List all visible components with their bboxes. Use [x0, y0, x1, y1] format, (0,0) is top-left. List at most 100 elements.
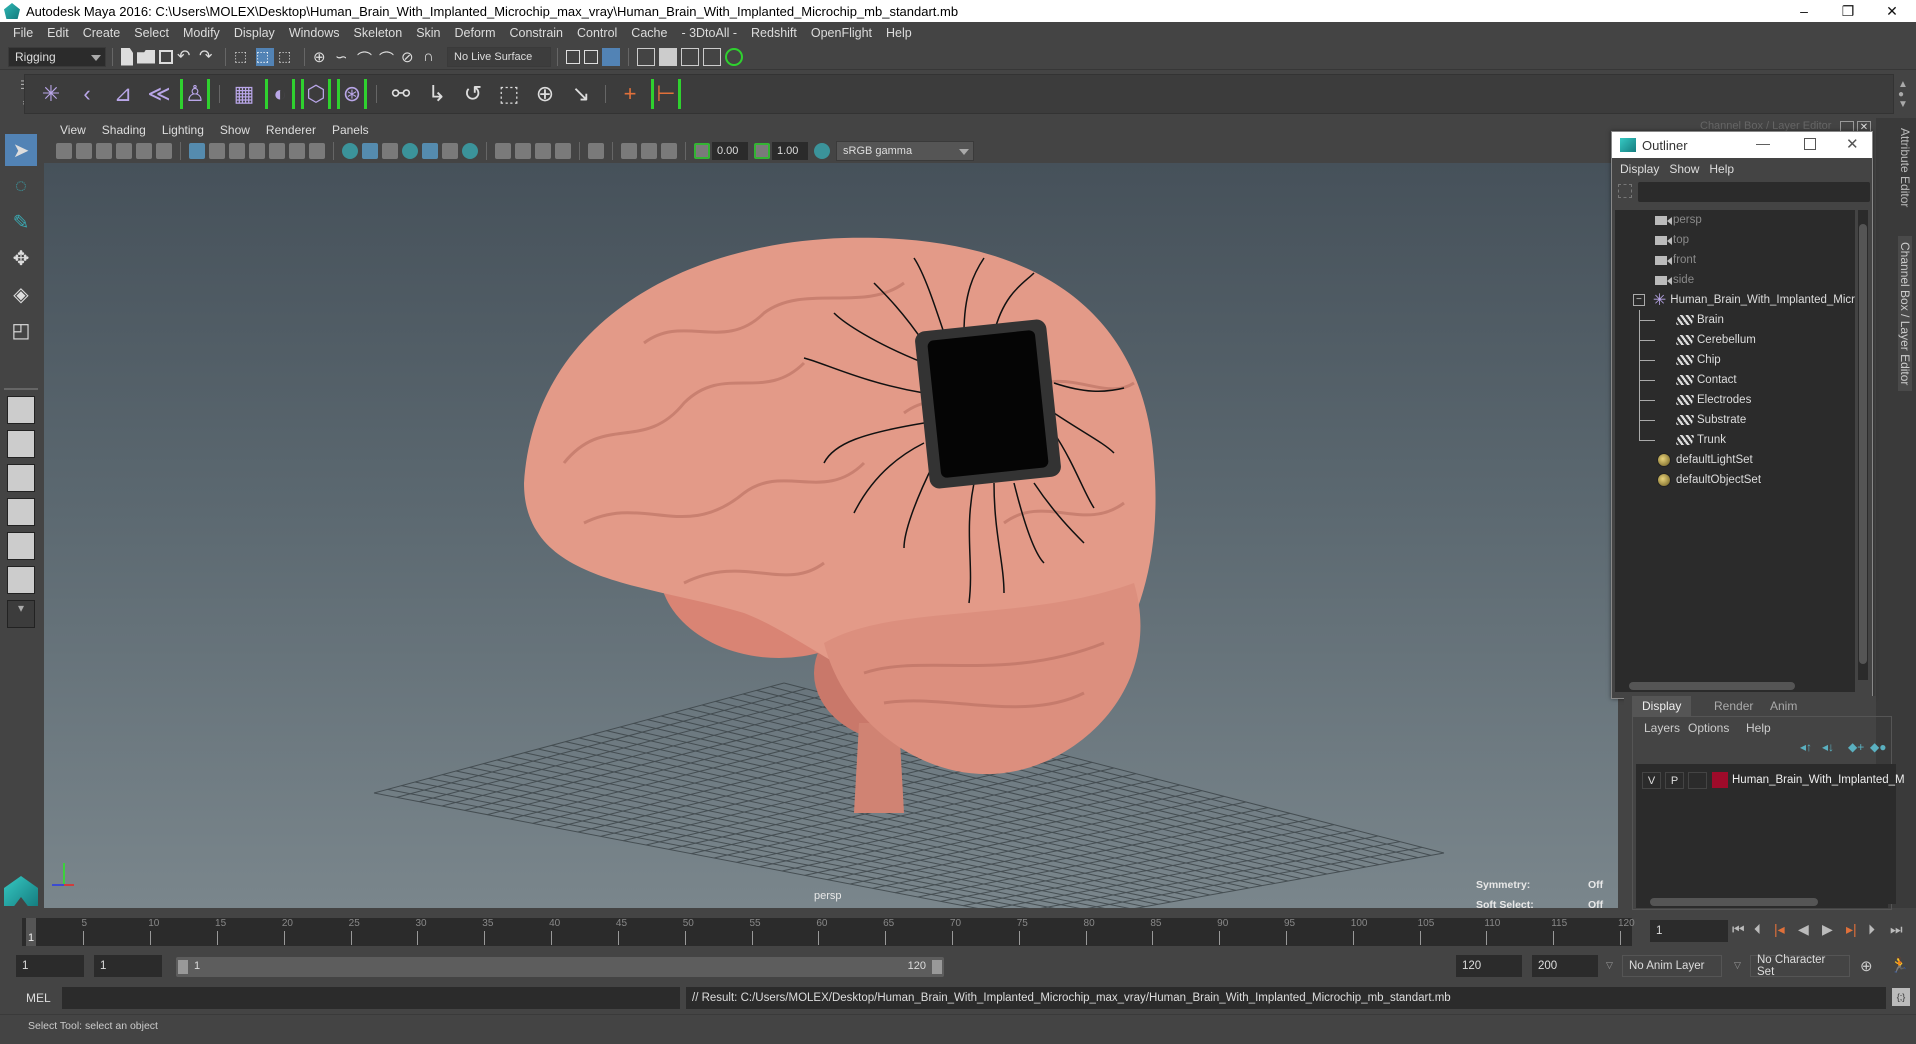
- snap-live-icon[interactable]: ⊘: [401, 48, 419, 66]
- bind-skin-icon[interactable]: ▦: [229, 79, 259, 109]
- save-scene-icon[interactable]: [159, 49, 173, 64]
- safe-title-icon[interactable]: [309, 143, 325, 159]
- chevron-down-icon[interactable]: ▽: [1606, 960, 1613, 971]
- persp-outliner-layout-icon[interactable]: [7, 464, 35, 492]
- use-all-lights-icon[interactable]: [442, 143, 458, 159]
- play-forwards-button[interactable]: ▶: [1822, 921, 1833, 938]
- outliner-item-group[interactable]: − ✳ Human_Brain_With_Implanted_Micr: [1633, 290, 1855, 310]
- 2d-pan-zoom-icon[interactable]: [136, 143, 152, 159]
- minimize-button[interactable]: –: [1784, 0, 1824, 22]
- go-to-start-button[interactable]: ⏮: [1732, 921, 1745, 938]
- outliner-item-persp[interactable]: persp: [1655, 210, 1702, 230]
- outliner-item-default-light-set[interactable]: defaultLightSet: [1657, 450, 1753, 470]
- orient-constraint-icon[interactable]: ↺: [458, 79, 488, 109]
- cluster-icon[interactable]: ⊛: [337, 79, 367, 109]
- smooth-bind-icon[interactable]: ◐: [265, 79, 295, 109]
- depth-of-field-icon[interactable]: [555, 143, 571, 159]
- layer-menu-help[interactable]: Help: [1746, 721, 1771, 735]
- chevron-down-icon[interactable]: ▽: [1734, 960, 1741, 971]
- range-slider[interactable]: 1 120: [176, 957, 944, 977]
- ik-spline-icon[interactable]: ⊿: [108, 79, 138, 109]
- snap-magnet-icon[interactable]: ∩: [423, 48, 441, 66]
- image-plane-icon[interactable]: [116, 143, 132, 159]
- auto-key-icon[interactable]: ⊕: [1860, 957, 1873, 975]
- script-editor-icon[interactable]: {;}: [1892, 988, 1910, 1006]
- panel-menu-view[interactable]: View: [52, 123, 94, 137]
- range-end-handle[interactable]: [932, 960, 942, 974]
- output-ops-icon[interactable]: [584, 49, 598, 64]
- outliner-search-input[interactable]: [1638, 182, 1870, 202]
- layer-menu-options[interactable]: Options: [1688, 721, 1729, 735]
- shaded-wireframe-icon[interactable]: [402, 143, 418, 159]
- menu-edit[interactable]: Edit: [40, 26, 76, 40]
- exposure-field[interactable]: 0.00: [712, 142, 748, 160]
- tab-render[interactable]: Render: [1704, 696, 1763, 716]
- close-button[interactable]: ✕: [1872, 0, 1912, 22]
- step-forward-frame-button[interactable]: ⏵: [1868, 921, 1875, 938]
- resolution-gate-icon[interactable]: [229, 143, 245, 159]
- menu-openflight[interactable]: OpenFlight: [804, 26, 879, 40]
- hypershade-layout-icon[interactable]: [7, 532, 35, 560]
- grease-pencil-icon[interactable]: [156, 143, 172, 159]
- undo-icon[interactable]: ↶: [177, 48, 195, 66]
- textured-icon[interactable]: [422, 143, 438, 159]
- layer-display-type-toggle[interactable]: [1688, 772, 1707, 789]
- lattice-icon[interactable]: ⬡: [301, 79, 331, 109]
- constraint-locator-icon[interactable]: ⊢: [651, 79, 681, 109]
- menu-help[interactable]: Help: [879, 26, 919, 40]
- render-current-icon[interactable]: [659, 47, 677, 66]
- outliner-item-substrate[interactable]: Substrate: [1639, 410, 1746, 430]
- new-layer-from-selection-icon[interactable]: ◆●: [1870, 740, 1886, 754]
- render-view-icon[interactable]: [637, 47, 655, 66]
- shadows-icon[interactable]: [462, 143, 478, 159]
- outliner-item-front[interactable]: front: [1655, 250, 1696, 270]
- outliner-item-brain[interactable]: Brain: [1639, 310, 1724, 330]
- motion-blur-icon[interactable]: [515, 143, 531, 159]
- layer-playback-toggle[interactable]: P: [1665, 772, 1684, 789]
- command-language-label[interactable]: MEL: [26, 991, 51, 1005]
- outliner-close-button[interactable]: ✕: [1846, 135, 1859, 153]
- multisample-aa-icon[interactable]: [535, 143, 551, 159]
- gate-mask-icon[interactable]: [249, 143, 265, 159]
- isolate-select-icon[interactable]: [588, 143, 604, 159]
- layer-row[interactable]: V P Human_Brain_With_Implanted_M: [1636, 764, 1905, 796]
- tab-display[interactable]: Display: [1632, 696, 1692, 716]
- outliner-item-top[interactable]: top: [1655, 230, 1689, 250]
- character-set-dropdown[interactable]: No Character Set: [1750, 954, 1850, 978]
- playback-end-field[interactable]: 120: [1456, 955, 1522, 977]
- menu-file[interactable]: File: [6, 26, 40, 40]
- layout-more-icon[interactable]: ▾: [7, 600, 35, 628]
- ik-handle-icon[interactable]: ‹: [72, 79, 102, 109]
- panel-menu-renderer[interactable]: Renderer: [258, 123, 324, 137]
- menuset-dropdown[interactable]: Rigging: [8, 46, 106, 67]
- scale-tool-icon[interactable]: ◰: [5, 314, 37, 346]
- open-scene-icon[interactable]: [137, 49, 155, 64]
- playback-start-field[interactable]: 1: [94, 955, 162, 977]
- scale-constraint-icon[interactable]: ⬚: [494, 79, 524, 109]
- aim-constraint-icon[interactable]: ⊕: [530, 79, 560, 109]
- color-management-toggle-icon[interactable]: [814, 143, 830, 159]
- outliner-menu-display[interactable]: Display: [1618, 162, 1667, 176]
- outliner-maximize-button[interactable]: [1804, 138, 1816, 150]
- range-start-handle[interactable]: [178, 960, 188, 974]
- menu-cache[interactable]: Cache: [624, 26, 674, 40]
- gamma-field[interactable]: 1.00: [772, 142, 808, 160]
- lasso-tool-icon[interactable]: ◌: [5, 170, 37, 202]
- layer-visibility-toggle[interactable]: V: [1642, 772, 1661, 789]
- gamma-icon[interactable]: [754, 143, 770, 159]
- menu-skin[interactable]: Skin: [409, 26, 447, 40]
- redo-icon[interactable]: ↷: [199, 48, 217, 66]
- step-back-frame-button[interactable]: ⏴: [1754, 921, 1761, 938]
- snap-curve-icon[interactable]: ∽: [335, 48, 353, 66]
- mirror-joint-icon[interactable]: ≪: [144, 79, 174, 109]
- outliner-horizontal-scrollbar[interactable]: [1615, 680, 1855, 692]
- outliner-item-contact[interactable]: Contact: [1639, 370, 1737, 390]
- safe-action-icon[interactable]: [289, 143, 305, 159]
- outliner-minimize-button[interactable]: —: [1756, 135, 1770, 151]
- layer-horizontal-scrollbar[interactable]: [1636, 896, 1888, 908]
- new-empty-layer-icon[interactable]: ◆+: [1848, 740, 1864, 754]
- ipr-render-icon[interactable]: [681, 47, 699, 66]
- four-view-layout-icon[interactable]: [7, 430, 35, 458]
- outliner-item-trunk[interactable]: Trunk: [1639, 430, 1726, 450]
- locator-icon[interactable]: +: [615, 79, 645, 109]
